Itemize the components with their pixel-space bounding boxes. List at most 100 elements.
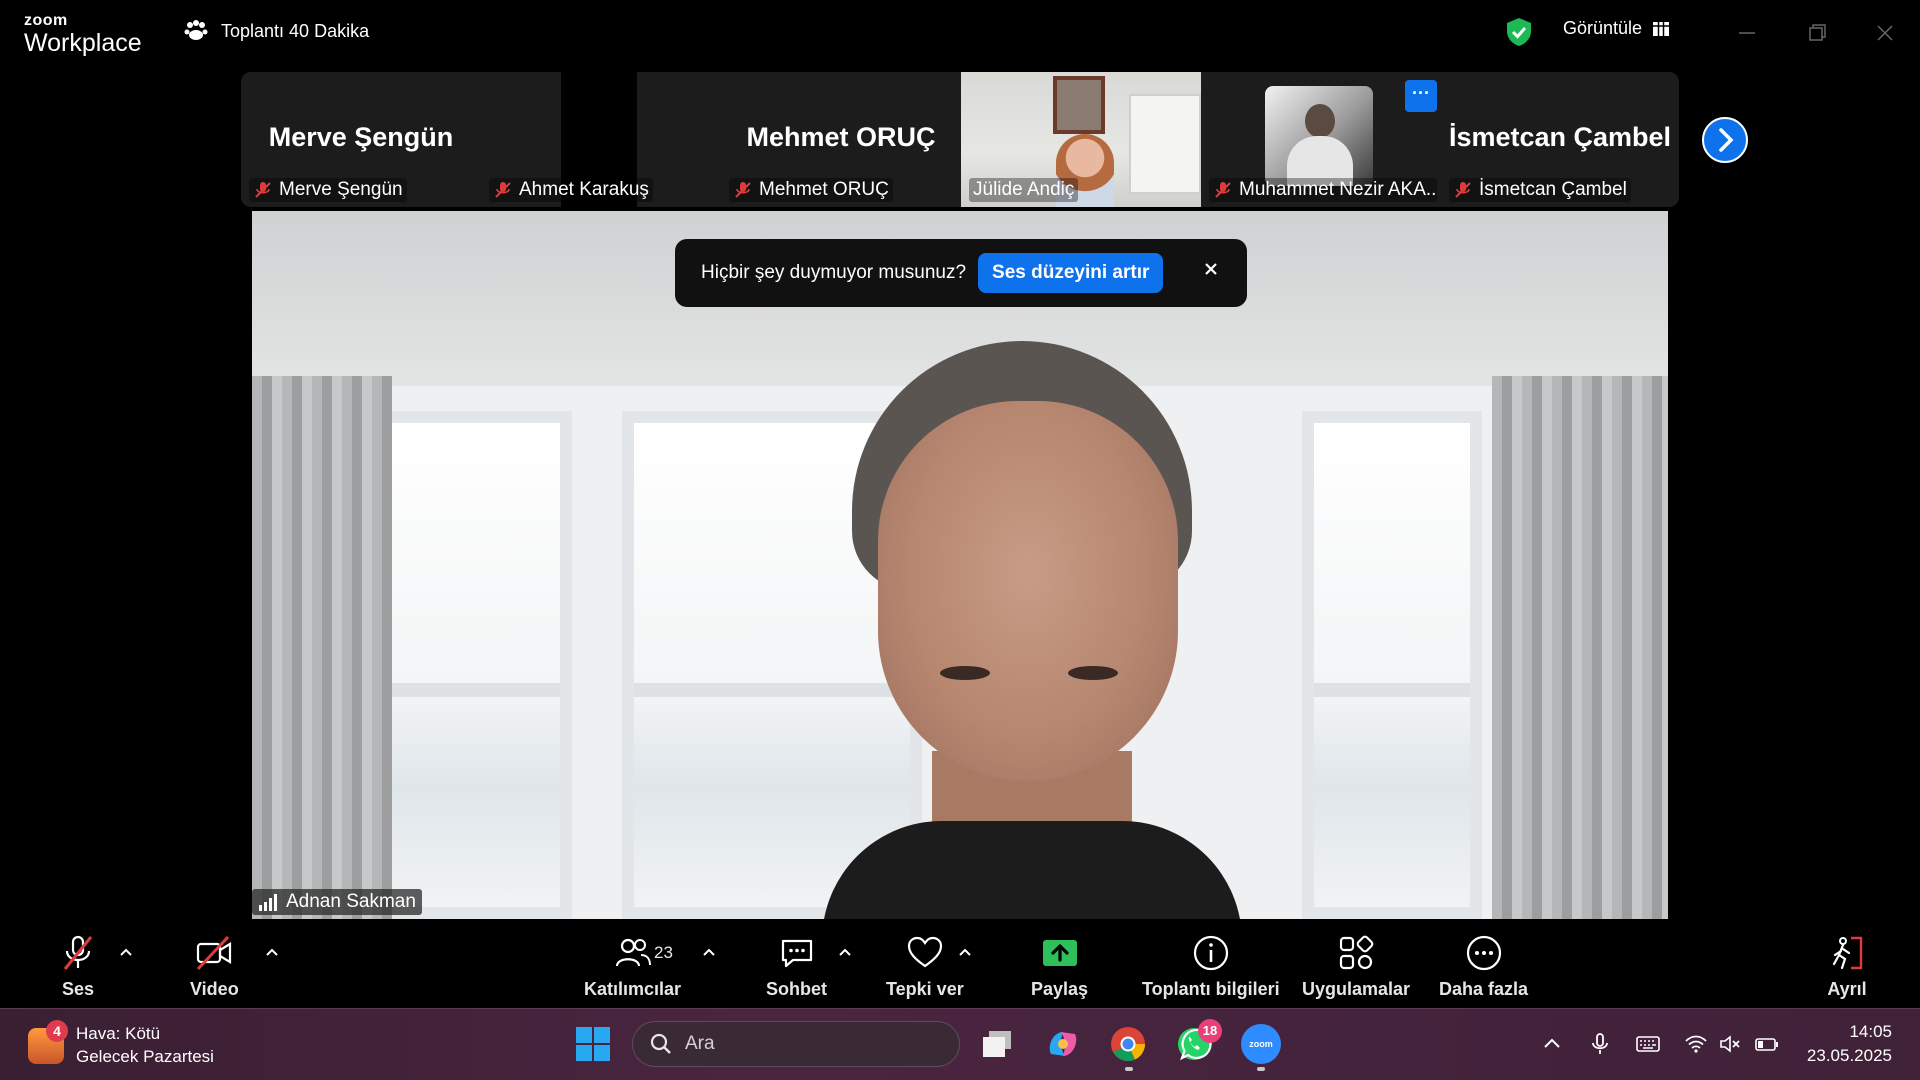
tile-name-label: Mehmet ORUÇ [729, 178, 893, 202]
gallery-next-button[interactable] [1702, 117, 1748, 163]
tile-big-name: Mehmet ORUÇ [746, 122, 936, 152]
speaker-eye-right [1068, 666, 1118, 680]
participant-tile[interactable]: Ahmet Karakuş [481, 72, 721, 207]
weather-title: Hava: Kötü [76, 1024, 161, 1043]
weather-widget[interactable]: 4 Hava: Kötü Gelecek Pazartesi [28, 1019, 214, 1069]
weather-icon: 4 [28, 1019, 68, 1064]
gallery-strip: Merve Şengün Merve Şengün Ahmet Karakuş … [241, 72, 1679, 207]
security-shield-icon[interactable] [1505, 17, 1533, 47]
participants-options-caret-icon[interactable] [700, 945, 718, 959]
participant-tile[interactable]: ··· Muhammet Nezir AKA... [1201, 72, 1441, 207]
tile-big-name: İsmetcan Çambel [1448, 122, 1672, 152]
participant-tile[interactable]: Mehmet ORUÇ Mehmet ORUÇ [721, 72, 961, 207]
title-bar: zoom Workplace Toplantı 40 Dakika Görünt… [0, 0, 1920, 66]
increase-volume-button[interactable]: Ses düzeyini artır [978, 253, 1164, 293]
speaker-face [878, 401, 1178, 781]
audio-options-caret-icon[interactable] [117, 945, 135, 959]
chevron-right-icon [1719, 128, 1734, 152]
participant-name: Muhammet Nezir AKA... [1239, 179, 1437, 200]
microphone-icon[interactable] [1588, 1032, 1612, 1056]
zoom-icon-text: zoom [1249, 1039, 1273, 1049]
more-button[interactable]: Daha fazla [1439, 933, 1528, 1000]
video-options-caret-icon[interactable] [263, 945, 281, 959]
mic-muted-icon [63, 935, 93, 970]
leave-door-icon [1832, 936, 1863, 970]
react-options-caret-icon[interactable] [956, 945, 974, 959]
grid-view-icon [1653, 21, 1670, 36]
weather-subtitle: Gelecek Pazartesi [76, 1046, 214, 1066]
tile-big-name: Merve Şengün [268, 122, 454, 152]
speaker-muted-icon[interactable] [1718, 1032, 1742, 1056]
system-clock[interactable]: 14:05 23.05.2025 [1802, 1020, 1892, 1068]
share-label: Paylaş [1031, 979, 1089, 999]
wall-frame [1053, 76, 1105, 134]
right-curtain [1492, 376, 1668, 919]
chat-label: Sohbet [766, 979, 827, 999]
clock-date: 23.05.2025 [1806, 1045, 1892, 1065]
wifi-icon[interactable] [1684, 1032, 1708, 1056]
meeting-timer[interactable]: Toplantı 40 Dakika [183, 18, 369, 44]
meeting-info-label: Toplantı bilgileri [1142, 979, 1280, 999]
task-view-icon[interactable] [977, 1024, 1017, 1064]
participant-name: İsmetcan Çambel [1479, 179, 1627, 200]
apps-label: Uygulamalar [1302, 979, 1411, 999]
logo-small-text: zoom [24, 12, 68, 29]
meeting-info-button[interactable]: Toplantı bilgileri [1142, 933, 1280, 1000]
active-speaker-video[interactable] [252, 211, 1668, 919]
chat-options-caret-icon[interactable] [836, 945, 854, 959]
apps-button[interactable]: Uygulamalar [1302, 933, 1410, 1000]
chrome-icon[interactable] [1108, 1024, 1148, 1064]
window-sash [384, 683, 560, 697]
restore-button[interactable] [1801, 17, 1833, 49]
tile-name-label: Jülide Andiç [969, 178, 1079, 202]
whiteboard [1129, 94, 1201, 194]
participants-count: 23 [654, 943, 673, 962]
more-horizontal-icon [1466, 935, 1501, 971]
keyboard-icon[interactable] [1636, 1032, 1660, 1056]
video-button[interactable]: Video [190, 933, 239, 1000]
view-button[interactable]: Görüntüle [1563, 18, 1670, 39]
share-button[interactable]: Paylaş [1031, 933, 1088, 1000]
speaker-shirt [822, 821, 1242, 919]
minimize-button[interactable] [1731, 17, 1763, 49]
zoom-running-indicator [1257, 1067, 1265, 1071]
participant-tile[interactable]: Jülide Andiç [961, 72, 1201, 207]
tile-name-label: İsmetcan Çambel [1449, 178, 1631, 202]
close-toast-icon[interactable] [1200, 258, 1222, 280]
clock-time: 14:05 [1849, 1022, 1892, 1041]
audio-button[interactable]: Ses [58, 933, 98, 1000]
chrome-running-indicator [1125, 1067, 1133, 1071]
zoom-taskbar-icon[interactable]: zoom [1241, 1024, 1281, 1064]
participant-name: Merve Şengün [279, 179, 403, 200]
weather-text: Hava: Kötü Gelecek Pazartesi [76, 1023, 214, 1069]
tile-more-button[interactable]: ··· [1405, 80, 1437, 112]
chat-icon [781, 939, 812, 968]
weather-badge: 4 [46, 1019, 68, 1042]
windows-start-icon[interactable] [575, 1026, 611, 1062]
info-icon [1193, 935, 1228, 971]
os-taskbar: 4 Hava: Kötü Gelecek Pazartesi [0, 1008, 1920, 1080]
room-window [372, 411, 572, 919]
participant-tile[interactable]: Merve Şengün Merve Şengün [241, 72, 481, 207]
battery-icon[interactable] [1755, 1032, 1779, 1056]
chat-button[interactable]: Sohbet [766, 933, 827, 1000]
participant-tile[interactable]: İsmetcan Çambel İsmetcan Çambel [1441, 72, 1679, 207]
view-label: Görüntüle [1563, 18, 1643, 38]
meeting-toolbar: Ses Video Katılımcılar 23 Sohbet Tepki v… [0, 919, 1920, 1007]
mic-muted-icon [1455, 182, 1471, 198]
participants-icon [615, 938, 651, 967]
speaker-eye-left [940, 666, 990, 680]
active-speaker-name: Adnan Sakman [286, 891, 416, 912]
more-label: Daha fazla [1439, 979, 1529, 999]
meeting-timer-label: Toplantı 40 Dakika [221, 20, 370, 41]
leave-label: Ayrıl [1827, 979, 1867, 999]
signal-strength-icon [259, 894, 277, 911]
react-button[interactable]: Tepki ver [886, 933, 964, 1000]
taskbar-search[interactable]: Ara [632, 1021, 960, 1067]
chevron-up-icon[interactable] [1540, 1032, 1564, 1056]
close-icon [1877, 25, 1893, 41]
leave-button[interactable]: Ayrıl [1827, 933, 1867, 1000]
close-window-button[interactable] [1869, 17, 1901, 49]
copilot-icon[interactable] [1043, 1024, 1083, 1064]
minimize-icon [1739, 32, 1755, 34]
